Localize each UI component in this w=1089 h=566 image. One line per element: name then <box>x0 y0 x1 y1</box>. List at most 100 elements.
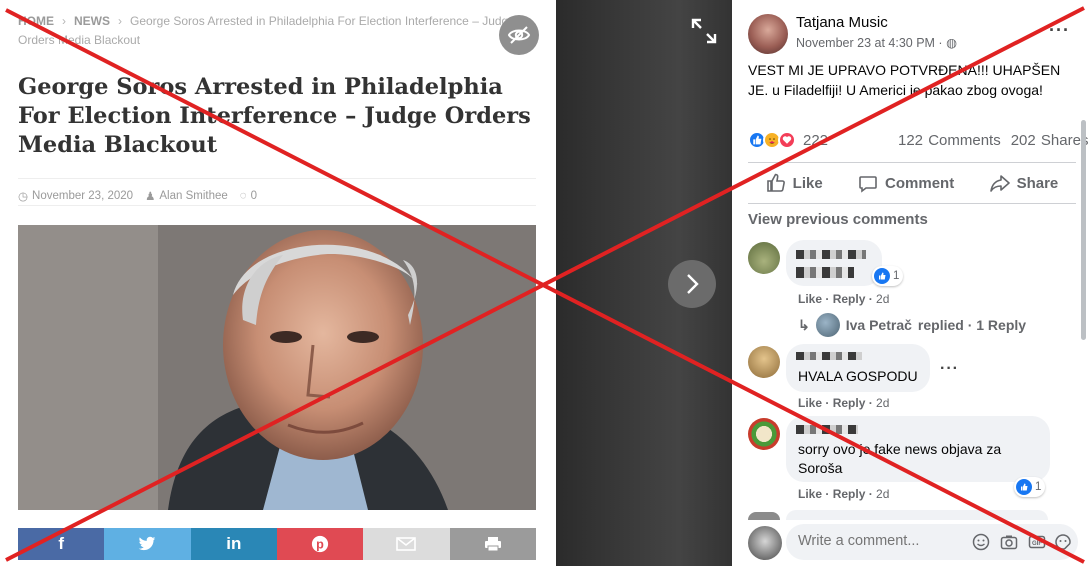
user-icon: ♟ <box>145 190 156 203</box>
post-counts: 122 Comments 202 Shares <box>898 132 1088 149</box>
facebook-icon: f <box>58 534 64 553</box>
commenter-avatar[interactable] <box>748 418 780 450</box>
like-reaction-icon <box>1016 479 1032 495</box>
comment-options-icon[interactable]: ··· <box>940 360 959 378</box>
fullscreen-button[interactable] <box>690 17 718 45</box>
comment-composer: GIF <box>786 524 1078 560</box>
article-comments[interactable]: ◌ 0 <box>240 190 257 202</box>
commenter-avatar[interactable] <box>748 346 780 378</box>
post-actions: Like Comment Share <box>748 166 1076 200</box>
chevron-right-icon <box>687 274 699 294</box>
comment-text: HVALA GOSPODU <box>798 368 918 384</box>
breadcrumb: HOME › NEWS › George Soros Arrested in Phila… <box>18 12 518 50</box>
sticker-icon[interactable] <box>1054 533 1072 551</box>
comment-meta: Like · Reply · 2d <box>798 292 890 306</box>
reply-summary-text: replied · 1 Reply <box>917 317 1027 333</box>
like-reaction-icon <box>874 268 890 284</box>
blurred-commenter-name <box>796 425 858 434</box>
reply-arrow-icon: ↳ <box>798 316 810 333</box>
author-avatar[interactable] <box>748 14 788 54</box>
linkedin-share-button[interactable]: in <box>190 528 277 560</box>
post-time-text: November 23 at 4:30 PM · <box>796 36 947 50</box>
post-text: VEST MI JE UPRAVO POTVRĐENA!!! UHAPŠEN J… <box>748 62 1061 98</box>
blurred-commenter-name <box>796 250 866 259</box>
comment-text: sorry ovo je fake news objava za Soroša <box>798 441 1002 476</box>
reactions-summary[interactable]: 222 <box>748 131 828 149</box>
shares-count[interactable]: 202 Shares <box>1011 132 1089 149</box>
comment-like-link[interactable]: Like <box>798 292 822 306</box>
share-arrow-icon <box>989 175 1010 192</box>
comment-age[interactable]: 2d <box>876 487 889 501</box>
comment-like-badge[interactable]: 1 <box>872 266 904 286</box>
view-previous-comments[interactable]: View previous comments <box>748 211 928 228</box>
divider <box>748 162 1076 163</box>
svg-text:GIF: GIF <box>1032 541 1042 547</box>
twitter-icon <box>139 536 156 551</box>
comment-age[interactable]: 2d <box>876 396 889 410</box>
comment-button-label: Comment <box>885 174 955 192</box>
print-icon <box>484 537 501 552</box>
portrait-image <box>18 225 536 510</box>
breadcrumb-home[interactable]: HOME <box>18 14 54 28</box>
emoji-icon[interactable] <box>972 533 990 551</box>
comment-input[interactable] <box>798 533 948 549</box>
view-replies-link[interactable]: ↳ Iva Petrač replied · 1 Reply <box>798 313 1026 337</box>
expand-icon <box>691 18 717 44</box>
facebook-share-button[interactable]: f <box>18 528 105 560</box>
article-date: ◷ November 23, 2020 <box>18 189 133 203</box>
comment-like-count: 1 <box>893 270 900 282</box>
blurred-comment-text <box>796 267 854 278</box>
commenter-avatar[interactable] <box>748 242 780 274</box>
comment-reply-link[interactable]: Reply <box>833 292 866 306</box>
camera-icon[interactable] <box>1000 533 1018 551</box>
comment-icon: ◌ <box>239 189 247 202</box>
comment-like-count: 1 <box>1035 481 1042 493</box>
email-share-button[interactable] <box>363 528 450 560</box>
hide-image-button[interactable] <box>499 15 539 55</box>
share-button[interactable]: Share <box>989 173 1059 193</box>
comment-bubble <box>786 510 1048 520</box>
reaction-count: 222 <box>803 131 829 149</box>
commenter-avatar[interactable] <box>748 512 780 520</box>
eye-slash-icon <box>507 26 531 44</box>
print-share-button[interactable] <box>449 528 536 560</box>
breadcrumb-separator: › <box>118 14 122 28</box>
current-user-avatar[interactable] <box>748 526 782 560</box>
more-options-icon[interactable]: ··· <box>1049 20 1070 41</box>
love-reaction-icon <box>778 131 796 149</box>
post-timestamp[interactable]: November 23 at 4:30 PM · ◍ <box>796 35 957 50</box>
share-button-label: Share <box>1016 174 1059 192</box>
comment-like-link[interactable]: Like <box>798 396 822 410</box>
comment-meta: Like · Reply · 2d <box>798 487 890 501</box>
blurred-commenter-name <box>796 352 862 360</box>
replier-avatar <box>815 313 840 337</box>
next-photo-button[interactable] <box>668 260 716 308</box>
linkedin-icon: in <box>226 534 242 553</box>
twitter-share-button[interactable] <box>104 528 191 560</box>
comment-like-link[interactable]: Like <box>798 487 822 501</box>
article-date-text: November 23, 2020 <box>32 189 134 202</box>
comment-reply-link[interactable]: Reply <box>833 487 866 501</box>
comment-bubble-icon <box>859 176 877 193</box>
breadcrumb-news[interactable]: NEWS <box>74 14 110 28</box>
thumbs-up-icon <box>766 173 785 192</box>
comment-reply-link[interactable]: Reply <box>833 396 866 410</box>
comment-button[interactable]: Comment <box>858 173 954 193</box>
globe-icon: ◍ <box>946 36 957 50</box>
clock-icon: ◷ <box>18 190 29 203</box>
pinterest-share-button[interactable]: p <box>276 528 364 560</box>
post-author[interactable]: Tatjana Music <box>796 14 888 31</box>
comments-count[interactable]: 122 Comments <box>898 132 1001 149</box>
article-title: George Soros Arrested in Philadelphia Fo… <box>18 74 531 158</box>
scrollbar[interactable] <box>1081 120 1086 340</box>
share-bar: f in p <box>18 528 536 560</box>
like-button-label: Like <box>792 174 823 192</box>
comment-like-badge[interactable]: 1 <box>1014 477 1046 497</box>
comment-age[interactable]: 2d <box>876 292 889 306</box>
comment-bubble: sorry ovo je fake news objava za Soroša <box>786 416 1050 482</box>
gif-icon[interactable]: GIF <box>1028 533 1046 551</box>
article-author[interactable]: ♟ Alan Smithee <box>145 189 228 203</box>
like-button[interactable]: Like <box>766 173 823 193</box>
article-meta: ◷ November 23, 2020 ♟ Alan Smithee ◌ 0 <box>18 178 536 206</box>
breadcrumb-separator: › <box>62 14 66 28</box>
